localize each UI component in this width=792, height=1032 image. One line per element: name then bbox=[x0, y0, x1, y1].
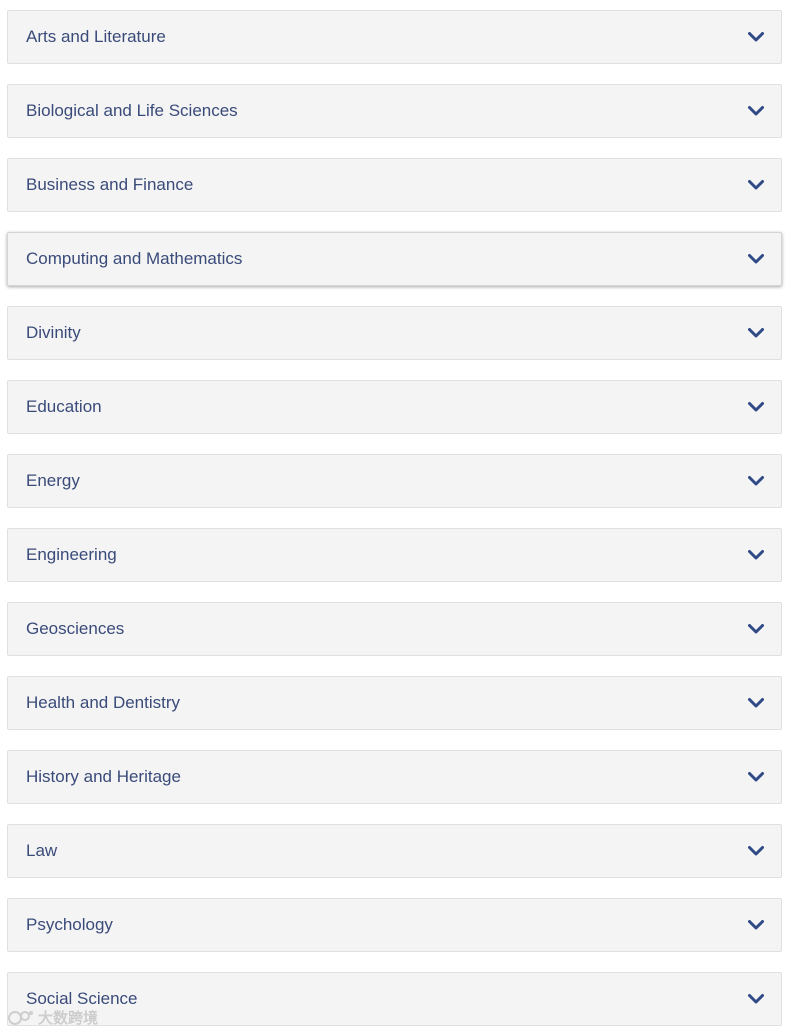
accordion-item[interactable]: Psychology bbox=[7, 898, 782, 952]
accordion-item[interactable]: Law bbox=[7, 824, 782, 878]
accordion-item[interactable]: Energy bbox=[7, 454, 782, 508]
chevron-down-icon[interactable] bbox=[747, 251, 765, 267]
accordion-item[interactable]: Education bbox=[7, 380, 782, 434]
accordion-item-label: Arts and Literature bbox=[26, 27, 166, 46]
category-accordion: Arts and Literature Biological and Life S… bbox=[0, 0, 792, 1032]
accordion-item-label: Social Science bbox=[26, 989, 138, 1008]
accordion-item-label: Psychology bbox=[26, 915, 113, 934]
chevron-down-icon[interactable] bbox=[747, 547, 765, 563]
accordion-item-label: Divinity bbox=[26, 323, 81, 342]
accordion-item[interactable]: Social Science bbox=[7, 972, 782, 1026]
chevron-down-icon[interactable] bbox=[747, 399, 765, 415]
chevron-down-icon[interactable] bbox=[747, 991, 765, 1007]
accordion-item-label: Law bbox=[26, 841, 58, 860]
accordion-item[interactable]: Business and Finance bbox=[7, 158, 782, 212]
chevron-down-icon[interactable] bbox=[747, 473, 765, 489]
chevron-down-icon[interactable] bbox=[747, 917, 765, 933]
chevron-down-icon[interactable] bbox=[747, 29, 765, 45]
accordion-item-label: Engineering bbox=[26, 545, 117, 564]
accordion-item[interactable]: History and Heritage bbox=[7, 750, 782, 804]
accordion-item[interactable]: Computing and Mathematics bbox=[7, 232, 782, 286]
chevron-down-icon[interactable] bbox=[747, 695, 765, 711]
chevron-down-icon[interactable] bbox=[747, 103, 765, 119]
chevron-down-icon[interactable] bbox=[747, 843, 765, 859]
accordion-item-label: Energy bbox=[26, 471, 80, 490]
accordion-item-label: Health and Dentistry bbox=[26, 693, 181, 712]
accordion-item[interactable]: Divinity bbox=[7, 306, 782, 360]
accordion-item-label: Education bbox=[26, 397, 102, 416]
accordion-item-label: Business and Finance bbox=[26, 175, 194, 194]
accordion-item[interactable]: Geosciences bbox=[7, 602, 782, 656]
accordion-item-label: History and Heritage bbox=[26, 767, 181, 786]
accordion-item-label: Computing and Mathematics bbox=[26, 249, 243, 268]
accordion-item[interactable]: Engineering bbox=[7, 528, 782, 582]
accordion-item[interactable]: Biological and Life Sciences bbox=[7, 84, 782, 138]
chevron-down-icon[interactable] bbox=[747, 621, 765, 637]
accordion-item-label: Biological and Life Sciences bbox=[26, 101, 238, 120]
accordion-item[interactable]: Arts and Literature bbox=[7, 10, 782, 64]
accordion-item-label: Geosciences bbox=[26, 619, 125, 638]
accordion-item[interactable]: Health and Dentistry bbox=[7, 676, 782, 730]
chevron-down-icon[interactable] bbox=[747, 177, 765, 193]
chevron-down-icon[interactable] bbox=[747, 325, 765, 341]
chevron-down-icon[interactable] bbox=[747, 769, 765, 785]
